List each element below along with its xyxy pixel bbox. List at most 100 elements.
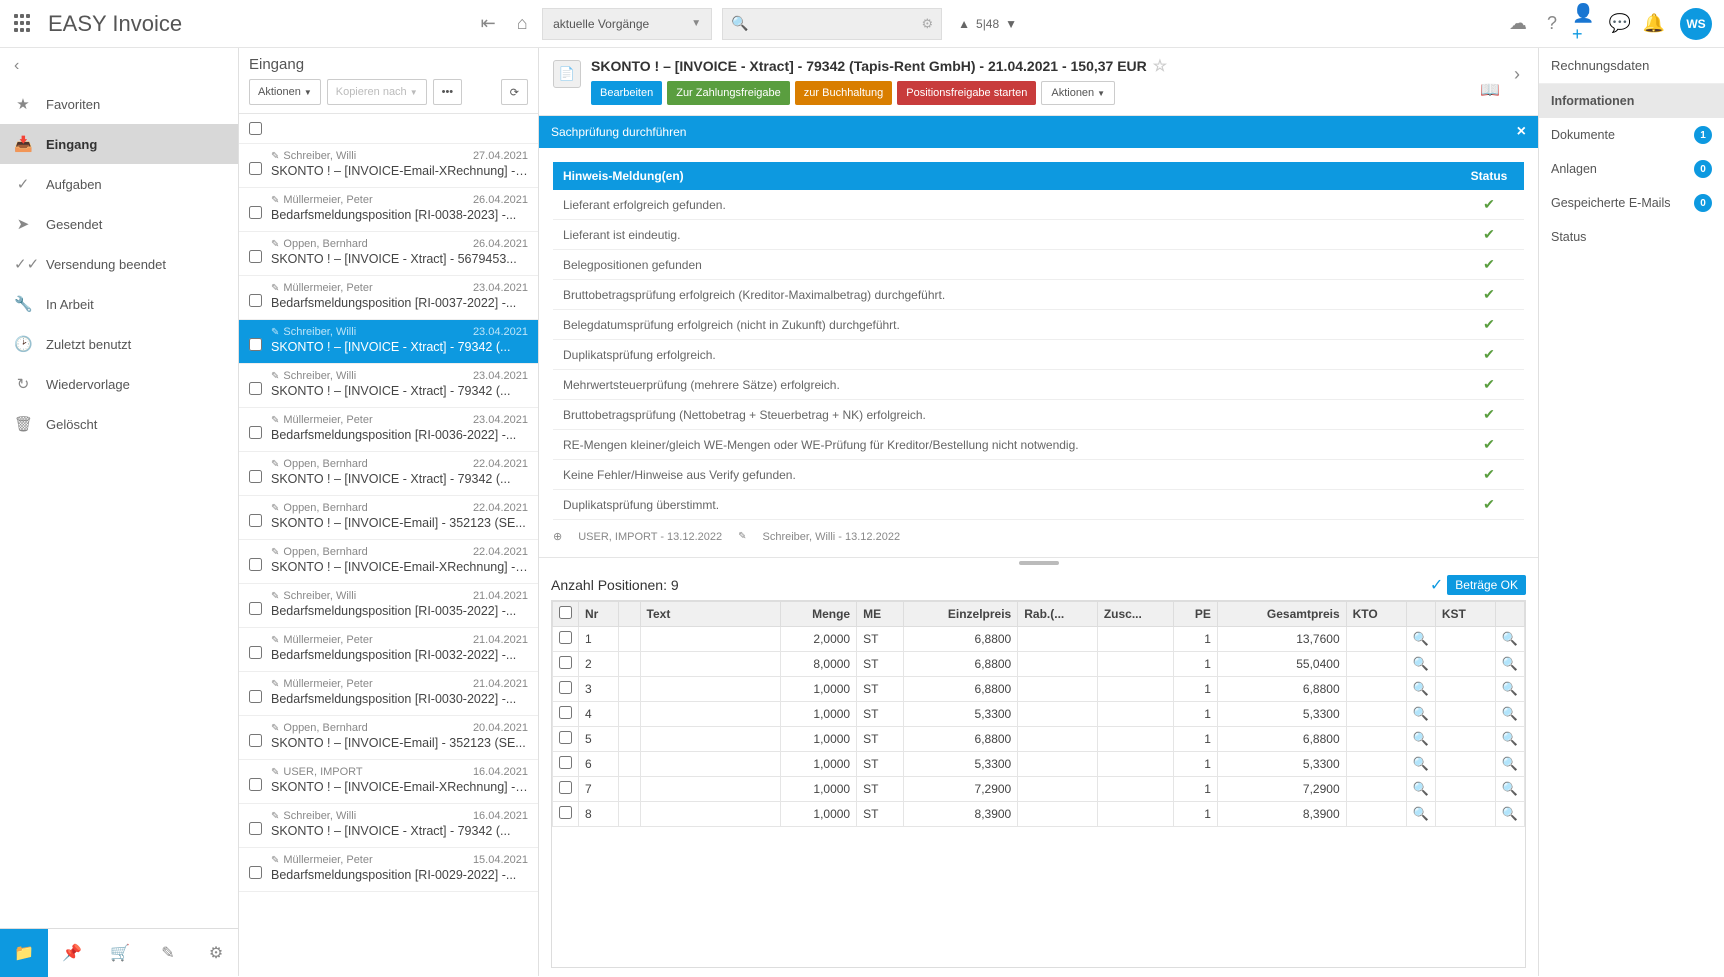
pager-prev[interactable]: ▲ [958,17,970,31]
search-icon[interactable]: 🔍 [1502,756,1518,771]
select-all-checkbox[interactable] [249,122,262,135]
home-icon[interactable]: ⌂ [508,10,536,38]
edit-button[interactable]: Bearbeiten [591,81,662,105]
list-item[interactable]: ✎Schreiber, Willi27.04.2021SKONTO ! – [I… [239,144,538,188]
search-icon[interactable]: 🔍 [1413,731,1429,746]
sidebar-item-1[interactable]: 📥Eingang [0,124,238,164]
sidebar-item-0[interactable]: ★Favoriten [0,84,238,124]
list-item[interactable]: ✎Müllermeier, Peter26.04.2021Bedarfsmeld… [239,188,538,232]
search-input[interactable]: 🔍⚙ [722,8,942,40]
splitter[interactable] [539,557,1538,567]
position-release-button[interactable]: Positionsfreigabe starten [897,81,1036,105]
close-icon[interactable]: × [1517,123,1526,141]
bell-icon[interactable]: 🔔 [1640,10,1668,38]
list-item[interactable]: ✎Oppen, Bernhard26.04.2021SKONTO ! – [IN… [239,232,538,276]
list-item[interactable]: ✎Müllermeier, Peter21.04.2021Bedarfsmeld… [239,628,538,672]
search-icon[interactable]: 🔍 [1502,806,1518,821]
book-icon[interactable]: 📖 [1480,80,1500,100]
list-item[interactable]: ✎USER, IMPORT16.04.2021SKONTO ! – [INVOI… [239,760,538,804]
help-icon[interactable]: ? [1538,10,1566,38]
row-checkbox[interactable] [559,781,572,794]
table-row[interactable]: 51,0000ST6,880016,8800🔍🔍 [553,727,1525,752]
expand-icon[interactable]: › [1510,64,1524,85]
rpanel-item-1[interactable]: Dokumente1 [1539,118,1724,152]
search-icon[interactable]: 🔍 [1413,781,1429,796]
row-checkbox[interactable] [559,706,572,719]
user-add-icon[interactable]: 👤+ [1572,10,1600,38]
rpanel-item-2[interactable]: Anlagen0 [1539,152,1724,186]
sidebar-item-3[interactable]: ➤Gesendet [0,204,238,244]
search-icon[interactable]: 🔍 [1502,731,1518,746]
rpanel-item-0[interactable]: Informationen [1539,84,1724,118]
list-item[interactable]: ✎Schreiber, Willi16.04.2021SKONTO ! – [I… [239,804,538,848]
list-item[interactable]: ✎Oppen, Bernhard20.04.2021SKONTO ! – [IN… [239,716,538,760]
list-item[interactable]: ✎Oppen, Bernhard22.04.2021SKONTO ! – [IN… [239,496,538,540]
item-checkbox[interactable] [249,690,262,703]
search-icon[interactable]: 🔍 [1413,681,1429,696]
list-item[interactable]: ✎Oppen, Bernhard22.04.2021SKONTO ! – [IN… [239,540,538,584]
folder-icon[interactable]: 📁 [0,929,48,977]
sidebar-item-6[interactable]: 🕑Zuletzt benutzt [0,324,238,364]
edit-icon[interactable]: ✎ [144,929,192,977]
search-icon[interactable]: 🔍 [1502,631,1518,646]
row-checkbox[interactable] [559,681,572,694]
table-row[interactable]: 31,0000ST6,880016,8800🔍🔍 [553,677,1525,702]
apps-icon[interactable] [12,12,36,36]
row-checkbox[interactable] [559,756,572,769]
list-item[interactable]: ✎Schreiber, Willi21.04.2021Bedarfsmeldun… [239,584,538,628]
sidebar-item-4[interactable]: ✓✓Versendung beendet [0,244,238,284]
item-checkbox[interactable] [249,250,262,263]
search-icon[interactable]: 🔍 [1502,781,1518,796]
pin-icon[interactable]: 📌 [48,929,96,977]
sidebar-item-8[interactable]: 🗑Gelöscht [0,404,238,444]
list-item[interactable]: ✎Müllermeier, Peter23.04.2021Bedarfsmeld… [239,408,538,452]
table-row[interactable]: 12,0000ST6,8800113,7600🔍🔍 [553,627,1525,652]
item-checkbox[interactable] [249,602,262,615]
search-icon[interactable]: 🔍 [1413,631,1429,646]
back-icon[interactable]: ⇤ [474,10,502,38]
payment-release-button[interactable]: Zur Zahlungsfreigabe [667,81,790,105]
list-item[interactable]: ✎Müllermeier, Peter15.04.2021Bedarfsmeld… [239,848,538,892]
accounting-button[interactable]: zur Buchhaltung [795,81,893,105]
item-checkbox[interactable] [249,866,262,879]
search-icon[interactable]: 🔍 [1413,756,1429,771]
avatar[interactable]: WS [1680,8,1712,40]
cart-icon[interactable]: 🛒 [96,929,144,977]
list-item[interactable]: ✎Schreiber, Willi23.04.2021SKONTO ! – [I… [239,320,538,364]
gear-icon[interactable]: ⚙ [192,929,240,977]
table-row[interactable]: 81,0000ST8,390018,3900🔍🔍 [553,802,1525,827]
item-checkbox[interactable] [249,426,262,439]
item-checkbox[interactable] [249,646,262,659]
list-item[interactable]: ✎Müllermeier, Peter23.04.2021Bedarfsmeld… [239,276,538,320]
chat-icon[interactable]: 💬 [1606,10,1634,38]
cloud-upload-icon[interactable]: ☁ [1504,10,1532,38]
item-checkbox[interactable] [249,382,262,395]
detail-actions-button[interactable]: Aktionen ▼ [1041,81,1115,105]
more-button[interactable]: ••• [433,79,463,105]
table-row[interactable]: 71,0000ST7,290017,2900🔍🔍 [553,777,1525,802]
search-icon[interactable]: 🔍 [1413,656,1429,671]
item-checkbox[interactable] [249,162,262,175]
sidebar-item-7[interactable]: ↻Wiedervorlage [0,364,238,404]
search-icon[interactable]: 🔍 [1413,806,1429,821]
item-checkbox[interactable] [249,514,262,527]
list-item[interactable]: ✎Schreiber, Willi23.04.2021SKONTO ! – [I… [239,364,538,408]
item-checkbox[interactable] [249,338,262,351]
rpanel-item-3[interactable]: Gespeicherte E-Mails0 [1539,186,1724,220]
row-checkbox[interactable] [559,806,572,819]
search-icon[interactable]: 🔍 [1502,706,1518,721]
table-row[interactable]: 61,0000ST5,330015,3300🔍🔍 [553,752,1525,777]
star-icon[interactable]: ☆ [1153,56,1167,76]
pager-next[interactable]: ▼ [1005,17,1017,31]
table-row[interactable]: 28,0000ST6,8800155,0400🔍🔍 [553,652,1525,677]
sidebar-item-2[interactable]: ✓Aufgaben [0,164,238,204]
item-checkbox[interactable] [249,778,262,791]
sidebar-item-5[interactable]: 🔧In Arbeit [0,284,238,324]
sidebar-collapse[interactable]: ‹ [0,48,238,84]
item-checkbox[interactable] [249,822,262,835]
row-checkbox[interactable] [559,631,572,644]
search-icon[interactable]: 🔍 [1502,656,1518,671]
list-item[interactable]: ✎Oppen, Bernhard22.04.2021SKONTO ! – [IN… [239,452,538,496]
item-checkbox[interactable] [249,206,262,219]
rpanel-item-4[interactable]: Status [1539,220,1724,254]
